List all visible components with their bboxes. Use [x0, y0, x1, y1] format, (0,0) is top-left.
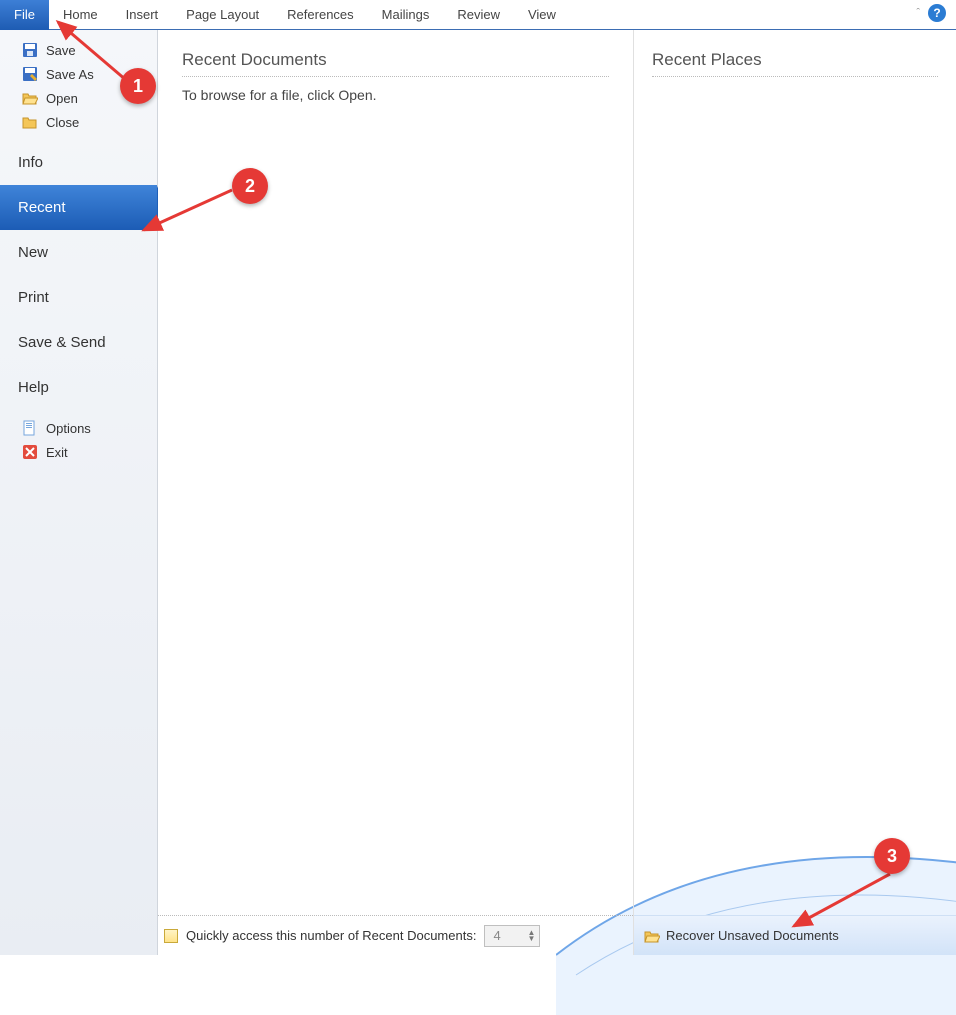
- spinner-arrows-icon[interactable]: ▲▼: [528, 930, 536, 942]
- options-icon: [22, 420, 38, 436]
- tab-mailings[interactable]: Mailings: [368, 0, 444, 30]
- backstage-view: Save Save As Open Close Info: [0, 30, 956, 955]
- annotation-bubble-1: 1: [120, 68, 156, 104]
- tab-view[interactable]: View: [514, 0, 570, 30]
- tab-home[interactable]: Home: [49, 0, 112, 30]
- sidebar-exit[interactable]: Exit: [0, 440, 157, 464]
- tab-file[interactable]: File: [0, 0, 49, 30]
- content-area: Recent Documents To browse for a file, c…: [158, 30, 956, 955]
- sidebar-print[interactable]: Print: [0, 275, 157, 320]
- recover-label: Recover Unsaved Documents: [666, 928, 839, 943]
- close-file-icon: [22, 114, 38, 130]
- recent-documents-heading: Recent Documents: [182, 50, 609, 77]
- backstage-sidebar: Save Save As Open Close Info: [0, 30, 158, 955]
- recent-places-pane: Recent Places Recover Unsaved Documents: [634, 30, 956, 955]
- recover-footer[interactable]: Recover Unsaved Documents: [634, 915, 956, 955]
- save-as-icon: [22, 66, 38, 82]
- sidebar-label: Options: [46, 421, 91, 436]
- sidebar-help[interactable]: Help: [0, 365, 157, 410]
- recent-documents-empty-text: To browse for a file, click Open.: [182, 87, 609, 103]
- exit-icon: [22, 444, 38, 460]
- annotation-bubble-3: 3: [874, 838, 910, 874]
- sidebar-info[interactable]: Info: [0, 140, 157, 185]
- sidebar-options[interactable]: Options: [0, 416, 157, 440]
- sidebar-label: Open: [46, 91, 78, 106]
- sidebar-save[interactable]: Save: [0, 38, 157, 62]
- tab-references[interactable]: References: [273, 0, 367, 30]
- quick-access-spinner[interactable]: 4 ▲▼: [484, 925, 540, 947]
- sidebar-label: Save: [46, 43, 76, 58]
- tab-review[interactable]: Review: [443, 0, 514, 30]
- recent-documents-pane: Recent Documents To browse for a file, c…: [158, 30, 634, 955]
- sidebar-save-send[interactable]: Save & Send: [0, 320, 157, 365]
- annotation-bubble-2: 2: [232, 168, 268, 204]
- recover-folder-icon: [644, 928, 660, 944]
- quick-access-checkbox[interactable]: [164, 929, 178, 943]
- recent-places-heading: Recent Places: [652, 50, 938, 77]
- sidebar-close[interactable]: Close: [0, 110, 157, 134]
- sidebar-label: Close: [46, 115, 79, 130]
- tab-insert[interactable]: Insert: [112, 0, 173, 30]
- spinner-value: 4: [493, 928, 500, 943]
- sidebar-recent[interactable]: Recent: [0, 185, 157, 230]
- tab-page-layout[interactable]: Page Layout: [172, 0, 273, 30]
- quick-access-footer: Quickly access this number of Recent Doc…: [158, 915, 633, 955]
- ribbon-tabs: File Home Insert Page Layout References …: [0, 0, 956, 30]
- sidebar-label: Exit: [46, 445, 68, 460]
- sidebar-label: Save As: [46, 67, 94, 82]
- save-icon: [22, 42, 38, 58]
- open-folder-icon: [22, 90, 38, 106]
- sidebar-new[interactable]: New: [0, 230, 157, 275]
- minimize-ribbon-icon[interactable]: ˆ: [916, 7, 920, 19]
- help-icon[interactable]: ?: [928, 4, 946, 22]
- quick-access-label: Quickly access this number of Recent Doc…: [186, 928, 476, 943]
